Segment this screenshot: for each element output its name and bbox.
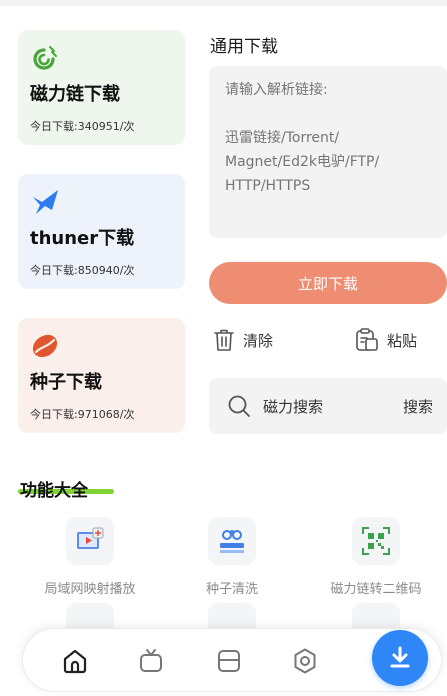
magnet-download-card[interactable]: 磁力链下载 今日下载:340951/次 [18,30,185,145]
magnet-search-bar[interactable]: 磁力搜索 搜索 [209,378,447,434]
magnet-icon [33,46,57,70]
func-label: 局域网映射播放 [44,582,136,597]
card-count: 今日下载:340951/次 [30,120,135,133]
thunder-download-card[interactable]: thuner下载 今日下载:850940/次 [18,174,185,289]
func-label: 磁力链转二维码 [330,582,422,597]
nav-home[interactable] [59,645,91,677]
tv-icon [140,649,162,672]
seed-clean-icon [208,517,256,565]
general-download-title: 通用下载 [210,37,278,57]
home-icon [63,649,87,674]
paste-label: 粘贴 [387,331,418,350]
link-input[interactable] [209,66,447,238]
qrcode-icon [352,517,400,565]
search-icon [228,395,250,417]
func-item-cast-play[interactable]: 局域网映射播放 [25,517,155,597]
card-title: 磁力链下载 [30,84,120,105]
download-icon [390,646,410,668]
settings-icon [294,648,316,674]
files-icon [218,650,240,672]
paste-button[interactable]: 粘贴 [355,328,417,352]
search-button[interactable]: 搜索 [403,396,433,417]
nav-settings[interactable] [289,645,321,677]
card-count: 今日下载:850940/次 [30,264,135,277]
clear-button[interactable]: 清除 [213,328,273,352]
bird-icon [33,190,58,214]
card-title: thuner下载 [30,228,135,249]
card-title: 种子下载 [30,372,102,393]
clipboard-icon [356,328,378,351]
func-item-seed-clean[interactable]: 种子清洗 [167,517,297,597]
cast-play-icon [66,517,114,565]
func-label: 种子清洗 [205,582,258,597]
download-fab[interactable] [372,630,428,686]
clear-label: 清除 [243,331,274,350]
seed-icon [32,334,58,358]
top-divider [0,0,447,6]
card-count: 今日下载:971068/次 [30,408,135,421]
search-input[interactable]: 磁力搜索 [263,396,403,417]
trash-icon [214,329,234,351]
download-now-button[interactable]: 立即下载 [209,262,447,304]
nav-tv[interactable] [135,645,167,677]
nav-files[interactable] [213,645,245,677]
func-item-qrcode[interactable]: 磁力链转二维码 [311,517,441,597]
functions-title: 功能大全 [20,481,88,501]
seed-download-card[interactable]: 种子下载 今日下载:971068/次 [18,318,185,433]
